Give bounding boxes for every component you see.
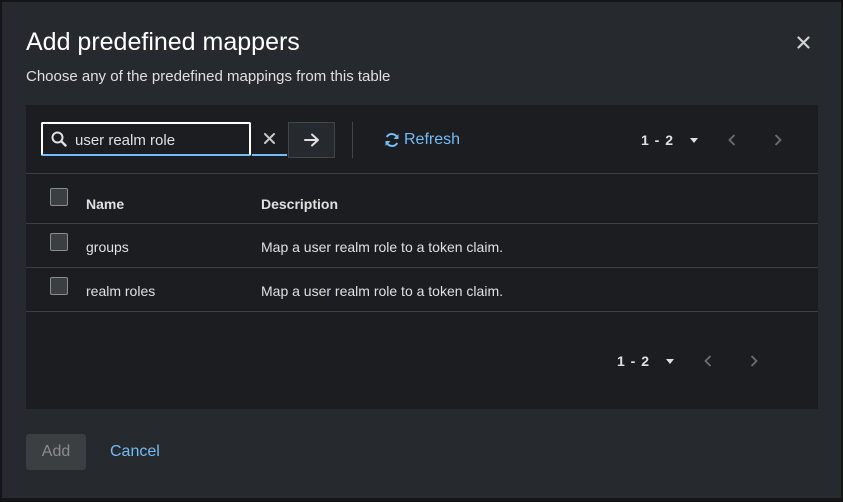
chevron-right-icon	[774, 134, 782, 146]
mappers-table-panel: Refresh 1 - 2 Name Description groups Ma…	[26, 105, 818, 409]
refresh-label: Refresh	[404, 131, 461, 148]
chevron-left-icon	[728, 134, 736, 146]
row-checkbox[interactable]	[50, 277, 68, 295]
chevron-down-icon[interactable]	[690, 137, 699, 143]
table-header-row: Name Description	[26, 174, 818, 224]
search-box[interactable]	[41, 122, 251, 156]
select-all-checkbox[interactable]	[50, 188, 68, 206]
top-pagination: 1 - 2	[641, 129, 782, 151]
row-description: Map a user realm role to a token claim.	[261, 283, 503, 299]
chevron-down-icon[interactable]	[666, 358, 675, 364]
toolbar-divider	[352, 122, 353, 158]
add-button[interactable]: Add	[26, 434, 86, 470]
close-icon	[796, 35, 810, 49]
table-toolbar: Refresh 1 - 2	[26, 105, 818, 174]
pagination-range: 1 - 2	[617, 353, 651, 369]
row-name: realm roles	[86, 283, 156, 299]
search-submit-button[interactable]	[288, 122, 335, 158]
previous-page-button[interactable]	[728, 134, 736, 146]
clear-search-button[interactable]	[252, 122, 287, 156]
chevron-left-icon	[704, 355, 712, 367]
table-row: groups Map a user realm role to a token …	[26, 224, 818, 268]
add-predefined-mappers-modal: Add predefined mappers Choose any of the…	[2, 2, 841, 498]
bottom-pagination: 1 - 2	[617, 350, 758, 372]
row-description: Map a user realm role to a token claim.	[261, 239, 503, 255]
table-row: realm roles Map a user realm role to a t…	[26, 268, 818, 312]
search-icon	[51, 131, 67, 147]
modal-description: Choose any of the predefined mappings fr…	[26, 68, 391, 85]
column-header-description: Description	[261, 196, 339, 212]
close-icon	[264, 132, 275, 144]
next-page-button[interactable]	[750, 355, 758, 367]
arrow-right-icon	[303, 133, 319, 147]
cancel-button[interactable]: Cancel	[110, 434, 160, 470]
row-name: groups	[86, 239, 129, 255]
previous-page-button[interactable]	[704, 355, 712, 367]
search-input[interactable]	[73, 128, 247, 152]
modal-title: Add predefined mappers	[26, 28, 300, 56]
close-button[interactable]	[793, 32, 813, 52]
pagination-range: 1 - 2	[641, 132, 675, 148]
refresh-icon	[385, 133, 399, 147]
row-checkbox[interactable]	[50, 233, 68, 251]
chevron-right-icon	[750, 355, 758, 367]
column-header-name: Name	[86, 196, 125, 212]
next-page-button[interactable]	[774, 134, 782, 146]
refresh-button[interactable]: Refresh	[384, 130, 460, 150]
